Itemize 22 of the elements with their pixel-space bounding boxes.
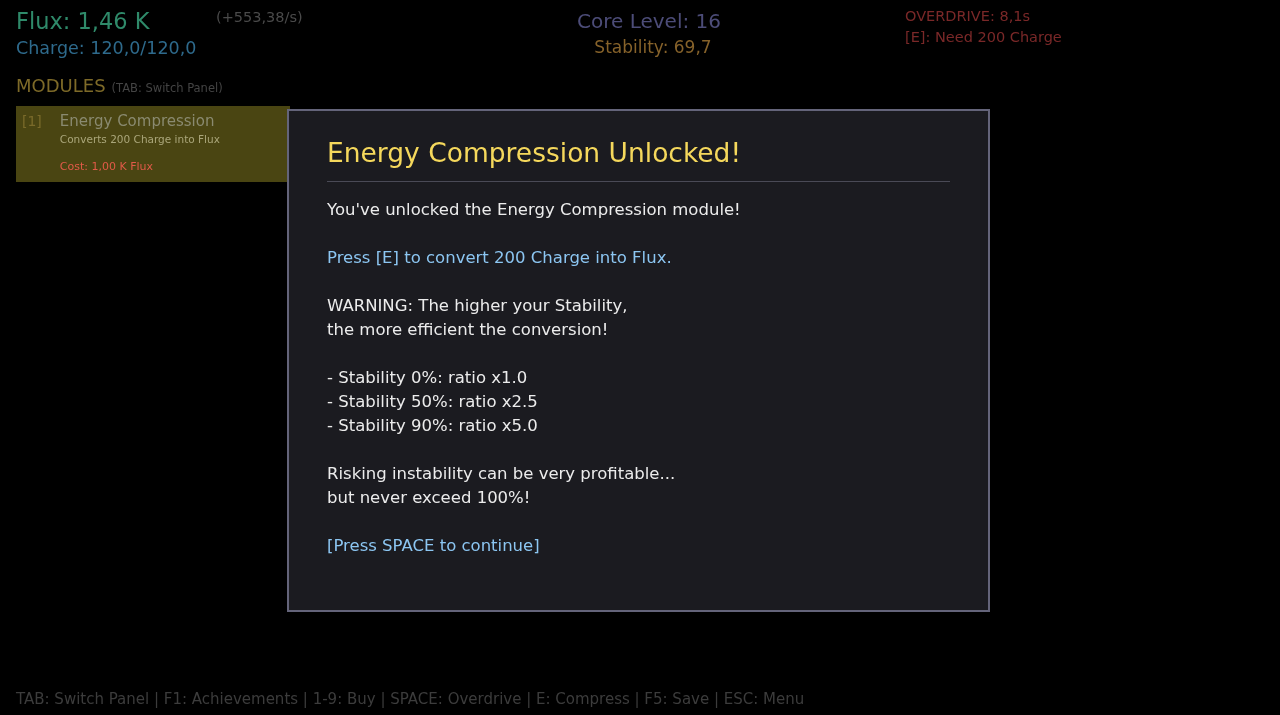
- charge-counter: Charge: 120,0/120,0: [16, 37, 197, 60]
- flux-counter: Flux: 1,46 K: [16, 7, 150, 36]
- shortcut-hints: TAB: Switch Panel | F1: Achievements | 1-9: Buy | SPACE: Overdrive | E: Compress | F5: Save | ESC: Menu: [16, 690, 805, 708]
- ratio-list-item: - Stability 0%: ratio x1.0: [327, 367, 528, 389]
- flux-rate: (+553,38/s): [216, 8, 303, 27]
- module-name: Energy Compression: [59, 111, 215, 132]
- module-cost: Cost: 1,00 K Flux: [59, 160, 154, 174]
- module-description: Converts 200 Charge into Flux: [59, 132, 220, 146]
- ratio-list-item: - Stability 90%: ratio x5.0: [327, 415, 538, 437]
- continue-prompt: [Press SPACE to continue]: [327, 535, 540, 557]
- key-hint-text: Press [E] to convert 200 Charge into Flux.: [327, 247, 672, 269]
- dialog-paragraph: WARNING: The higher your Stability, the more efficient the conversion!: [327, 295, 628, 341]
- dialog-paragraph: Risking instability can be very profitable... but never exceed 100%!: [327, 463, 676, 509]
- panel-switch-hint: (TAB: Switch Panel): [111, 81, 223, 95]
- dialog-paragraph: You've unlocked the Energy Compression module!: [327, 199, 741, 221]
- stability-value: Stability: 69,7: [594, 36, 712, 58]
- core-level: Core Level: 16: [577, 8, 721, 35]
- ratio-list-item: - Stability 50%: ratio x2.5: [327, 391, 538, 413]
- modules-heading: MODULES: [16, 74, 106, 98]
- compress-status: [E]: Need 200 Charge: [905, 28, 1062, 47]
- dialog-title: Energy Compression Unlocked!: [327, 136, 742, 170]
- overdrive-timer: OVERDRIVE: 8,1s: [905, 7, 1031, 26]
